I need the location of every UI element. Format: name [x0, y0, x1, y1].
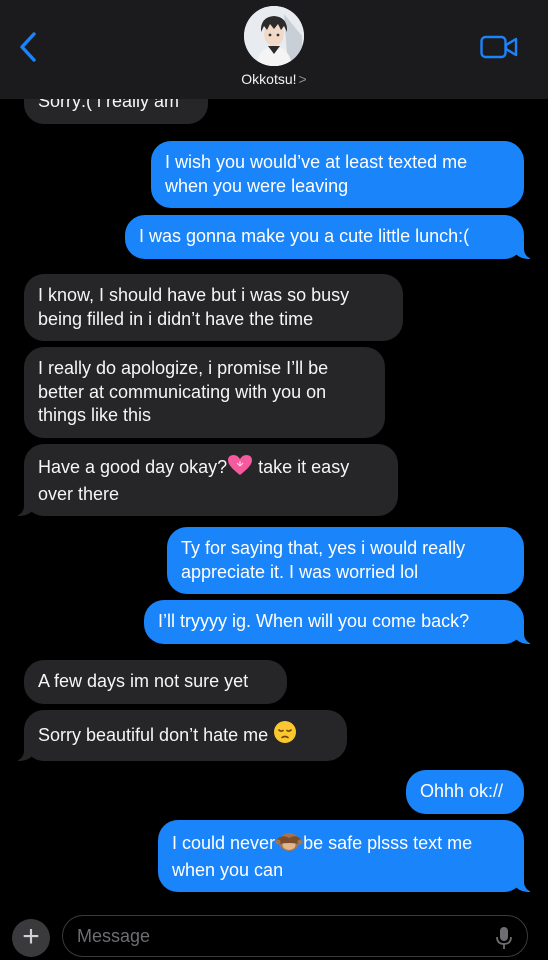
message-bubble-outgoing[interactable]: Ty for saying that, yes i would really a… — [167, 527, 524, 594]
message-bubble-outgoing[interactable]: I wish you would’ve at least texted me w… — [151, 141, 524, 208]
pink-heart-icon — [227, 454, 253, 483]
contact-name[interactable]: Okkotsu! > — [0, 71, 548, 87]
see-no-evil-monkey-icon — [275, 830, 303, 859]
message-text: I wish you would’ve at least texted me w… — [165, 152, 468, 196]
contact-name-label: Okkotsu! — [241, 71, 297, 87]
message-input[interactable] — [62, 915, 528, 957]
pensive-face-icon — [273, 720, 297, 751]
message-bubble-incoming[interactable]: I really do apologize, i promise I’ll be… — [24, 347, 385, 438]
message-text: I really do apologize, i promise I’ll be… — [38, 358, 329, 425]
message-bubble-incoming[interactable]: A few days im not sure yet — [24, 660, 287, 704]
message-text: I know, I should have but i was so busy … — [38, 285, 350, 329]
message-text: Ty for saying that, yes i would really a… — [181, 538, 466, 582]
message-bubble-outgoing[interactable]: Ohhh ok:// — [406, 770, 524, 814]
message-text: I was gonna make you a cute little lunch… — [139, 226, 470, 246]
message-bubble-outgoing[interactable]: I could never be safe plsss text me when … — [158, 820, 538, 892]
chevron-right-icon: > — [298, 71, 307, 87]
chevron-left-icon[interactable] — [14, 30, 44, 64]
plus-icon[interactable]: + — [12, 919, 50, 957]
message-bubble-incoming[interactable]: Sorry beautiful don’t hate me — [10, 710, 347, 761]
message-bubble-incoming[interactable]: I know, I should have but i was so busy … — [24, 274, 403, 341]
message-text: Ohhh ok:// — [420, 781, 504, 801]
message-text: I could never — [172, 833, 276, 853]
avatar[interactable] — [244, 6, 304, 66]
message-text: A few days im not sure yet — [38, 671, 249, 691]
message-bubble-outgoing[interactable]: I was gonna make you a cute little lunch… — [125, 215, 538, 259]
message-thread: Sorry:( i really am I wish you would’ve … — [0, 0, 548, 960]
message-composer: + — [0, 905, 548, 960]
conversation-header: Okkotsu! > — [0, 0, 548, 99]
message-text: Sorry beautiful don’t hate me — [38, 725, 274, 745]
message-text: Have a good day okay? — [38, 457, 228, 477]
video-camera-icon[interactable] — [480, 35, 518, 59]
message-bubble-incoming[interactable]: Have a good day okay? take it easy over … — [10, 444, 398, 516]
microphone-icon[interactable] — [494, 926, 514, 950]
message-bubble-outgoing[interactable]: I’ll tryyyy ig. When will you come back? — [144, 600, 538, 644]
message-text: I’ll tryyyy ig. When will you come back? — [158, 611, 470, 631]
